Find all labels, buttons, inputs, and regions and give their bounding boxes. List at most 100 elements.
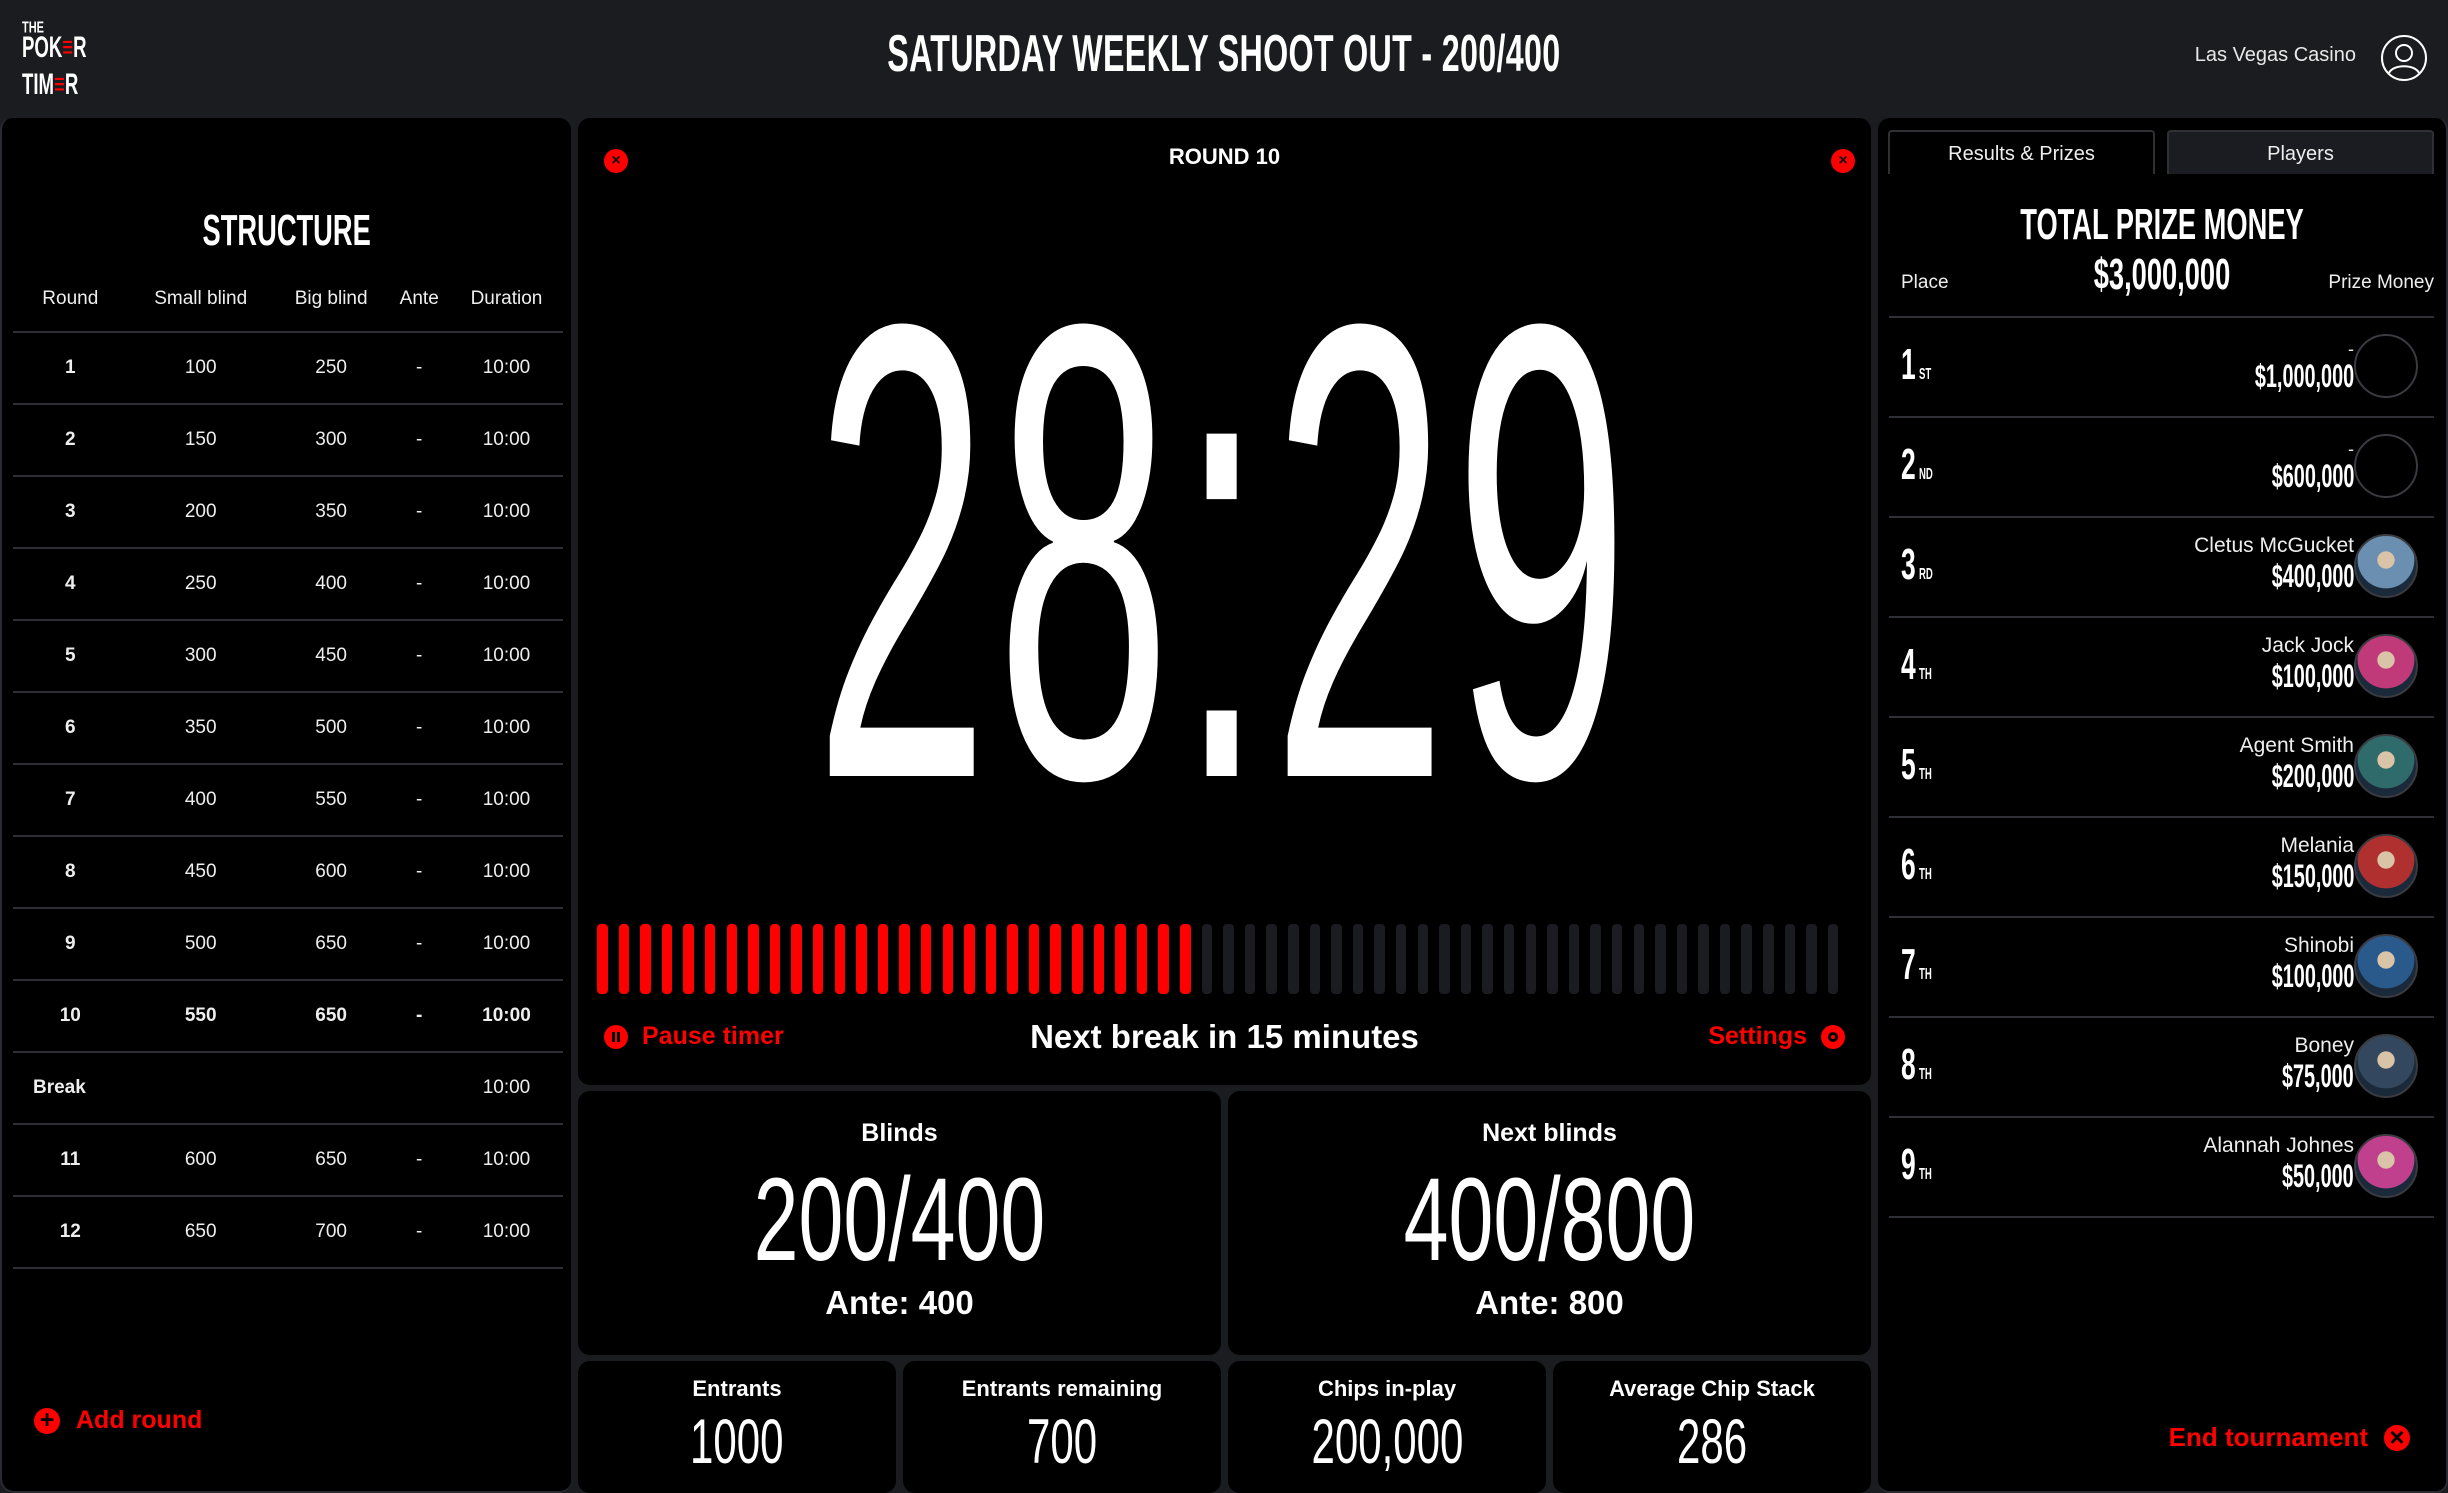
ante-cell: - xyxy=(388,980,450,1053)
structure-row[interactable]: 9 500 650-10:00 xyxy=(13,908,563,981)
winner-info: - $1,000,000 xyxy=(2194,332,2354,392)
prize-row[interactable]: 5 TH Agent Smith $200,000 xyxy=(1889,718,2434,818)
big-blind-cell: 450 xyxy=(273,620,389,693)
prize-row[interactable]: 1 ST - $1,000,000 xyxy=(1889,318,2434,418)
structure-row[interactable]: 5 300 450-10:00 xyxy=(13,620,563,693)
progress-segment-remaining xyxy=(1223,924,1234,994)
progress-segment-elapsed xyxy=(1072,924,1083,994)
progress-segment-elapsed xyxy=(683,924,694,994)
winner-info: Melania $150,000 xyxy=(2221,832,2354,892)
structure-row[interactable]: 12 650 700-10:00 xyxy=(13,1196,563,1269)
round-cell: 4 xyxy=(13,548,128,621)
big-blind-cell: 350 xyxy=(273,476,389,549)
structure-row[interactable]: 11 600 650-10:00 xyxy=(13,1124,563,1197)
prize-row[interactable]: 2 ND - $600,000 xyxy=(1889,418,2434,518)
structure-row[interactable]: 2 150 300-10:00 xyxy=(13,404,563,477)
prize-amount: $100,000 xyxy=(2271,658,2354,694)
progress-segment-remaining xyxy=(1676,924,1688,994)
prize-row[interactable]: 4 TH Jack Jock $100,000 xyxy=(1889,618,2434,718)
structure-row[interactable]: 3 200 350-10:00 xyxy=(13,476,563,549)
progress-segment-remaining xyxy=(1395,924,1407,994)
structure-title: STRUCTURE xyxy=(202,206,371,255)
round-cell: 7 xyxy=(13,764,128,837)
prize-row[interactable]: 9 TH Alannah Johnes $50,000 xyxy=(1889,1118,2434,1218)
stat-entrants: Entrants 1000 xyxy=(578,1361,896,1493)
ante-cell: - xyxy=(388,548,450,621)
structure-row[interactable]: 1 100 250-10:00 xyxy=(13,332,563,405)
duration-cell: 10:00 xyxy=(449,692,563,765)
tab-players[interactable]: Players xyxy=(2167,130,2434,174)
place-suffix: TH xyxy=(1919,1166,1932,1183)
progress-segment-elapsed xyxy=(769,924,781,994)
prize-row[interactable]: 6 TH Melania $150,000 xyxy=(1889,818,2434,918)
stat-label: Chips in-play xyxy=(1317,1376,1457,1401)
big-blind-cell: 250 xyxy=(273,332,389,405)
progress-segment-remaining xyxy=(1806,924,1817,994)
prize-amount: $100,000 xyxy=(2271,958,2354,994)
tournament-title: SATURDAY WEEKLY SHOOT OUT - 200/400 xyxy=(887,25,1561,83)
place-suffix: ND xyxy=(1919,466,1933,483)
prize-amount: $200,000 xyxy=(2271,758,2354,794)
stat-chips-in-play: Chips in-play 200,000 xyxy=(1228,1361,1546,1493)
winner-info: Alannah Johnes $50,000 xyxy=(2203,1132,2354,1192)
close-right-icon[interactable]: × xyxy=(1831,149,1855,173)
structure-row[interactable]: 10 550 650-10:00 xyxy=(13,980,563,1053)
progress-segment-remaining xyxy=(1352,924,1364,994)
winner-name: - xyxy=(2348,439,2354,459)
structure-table: Round Small blind Big blind Ante Duratio… xyxy=(13,266,563,1269)
next-blinds-value: 400/800 xyxy=(1403,1153,1696,1286)
place-suffix: TH xyxy=(1919,766,1932,783)
progress-segment-elapsed xyxy=(812,924,824,994)
ante-cell: - xyxy=(388,692,450,765)
app-header: THE POK≡R TIM≡R SATURDAY WEEKLY SHOOT OU… xyxy=(0,0,2448,118)
progress-segment-elapsed xyxy=(704,924,716,994)
add-round-button[interactable]: + Add round xyxy=(34,1406,202,1435)
structure-row[interactable]: 4 250 400-10:00 xyxy=(13,548,563,621)
winner-name: Jack Jock xyxy=(2261,634,2354,657)
prize-row[interactable]: 7 TH Shinobi $100,000 xyxy=(1889,918,2434,1018)
duration-cell: 10:00 xyxy=(449,1124,563,1197)
structure-row[interactable]: 8 450 600-10:00 xyxy=(13,836,563,909)
progress-segment-elapsed xyxy=(791,924,802,994)
duration-cell: 10:00 xyxy=(449,908,563,981)
winner-info: Shinobi $100,000 xyxy=(2221,932,2354,992)
settings-button[interactable]: Settings xyxy=(1708,1022,1845,1051)
prize-row[interactable]: 8 TH Boney $75,000 xyxy=(1889,1018,2434,1118)
user-circle-icon[interactable] xyxy=(2380,34,2428,82)
end-tournament-button[interactable]: End tournament × xyxy=(2169,1422,2410,1453)
next-blinds-card: Next blinds 400/800 Ante: 800 xyxy=(1228,1091,1871,1355)
big-blind-cell: 550 xyxy=(273,764,389,837)
empty-avatar-slot xyxy=(2354,334,2418,398)
ante-cell: - xyxy=(388,620,450,693)
duration-cell: 10:00 xyxy=(449,836,563,909)
progress-segment-remaining xyxy=(1374,924,1385,994)
structure-row[interactable]: 6 350 500-10:00 xyxy=(13,692,563,765)
blinds-value: 200/400 xyxy=(753,1153,1046,1286)
plus-circle-icon: + xyxy=(34,1406,60,1434)
tab-results-prizes[interactable]: Results & Prizes xyxy=(1888,130,2155,174)
end-tournament-label: End tournament xyxy=(2168,1422,2368,1452)
round-cell: 12 xyxy=(13,1196,128,1269)
big-blind-cell xyxy=(273,1052,389,1125)
place-rank: 6 TH xyxy=(1901,840,1932,889)
prize-row[interactable]: 3 RD Cletus McGucket $400,000 xyxy=(1889,518,2434,618)
duration-cell: 10:00 xyxy=(449,476,563,549)
player-avatar xyxy=(2354,634,2418,698)
progress-segment-elapsed xyxy=(1180,924,1191,994)
col-big-blind: Big blind xyxy=(273,266,389,333)
progress-segment-elapsed xyxy=(1007,924,1018,994)
winner-info: Agent Smith $200,000 xyxy=(2221,732,2354,792)
structure-row[interactable]: 7 400 550-10:00 xyxy=(13,764,563,837)
blinds-label: Blinds xyxy=(861,1119,938,1147)
ante-cell: - xyxy=(388,332,450,405)
empty-avatar-slot xyxy=(2354,434,2418,498)
duration-cell: 10:00 xyxy=(449,620,563,693)
prize-amount: $50,000 xyxy=(2282,1158,2354,1194)
structure-break-row[interactable]: Break 10:00 xyxy=(13,1052,563,1125)
timer-panel: × ROUND 10 × 28:29 Pause timer Next brea… xyxy=(578,118,1871,1085)
place-rank: 8 TH xyxy=(1901,1040,1932,1089)
stat-value: 1000 xyxy=(690,1406,784,1477)
progress-segment-elapsed xyxy=(1028,924,1040,994)
prize-table-header: Place Prize Money xyxy=(1889,264,2434,318)
duration-cell: 10:00 xyxy=(449,332,563,405)
